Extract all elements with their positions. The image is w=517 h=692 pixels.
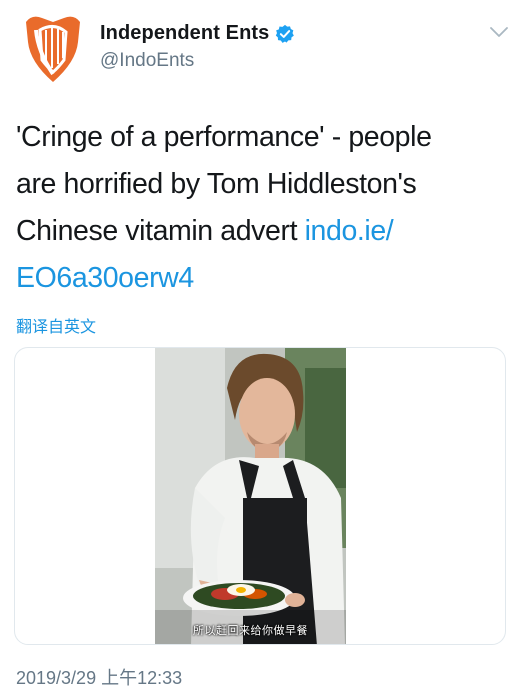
translate-link[interactable]: 翻译自英文 bbox=[16, 313, 96, 337]
handle[interactable]: @IndoEnts bbox=[100, 50, 194, 72]
media-card[interactable]: 所以赶回来给你做早餐 bbox=[14, 347, 506, 645]
tweet-link[interactable]: indo.ie/ bbox=[305, 215, 394, 247]
video-player[interactable]: 所以赶回来给你做早餐 bbox=[155, 348, 346, 644]
verified-badge-icon bbox=[276, 24, 295, 43]
tweet-text-line: are horrified by Tom Hiddleston's bbox=[16, 168, 417, 200]
video-subtitle: 所以赶回来给你做早餐 bbox=[193, 625, 308, 637]
video-frame bbox=[155, 348, 346, 644]
tweet-text: 'Cringe of a performance' - people are h… bbox=[16, 114, 496, 302]
display-name[interactable]: Independent Ents bbox=[100, 22, 269, 45]
tweet-text-line: Chinese vitamin advert indo.ie/ bbox=[16, 208, 496, 255]
timestamp[interactable]: 2019/3/29 上午12:33 bbox=[16, 664, 182, 690]
tweet-text-segment: Chinese vitamin advert bbox=[16, 215, 305, 247]
harp-logo-icon[interactable] bbox=[22, 12, 84, 84]
chevron-down-icon[interactable] bbox=[490, 26, 508, 38]
tweet-link-continued[interactable]: EO6a30oerw4 bbox=[16, 262, 194, 294]
tweet-header: Independent Ents @IndoEnts bbox=[0, 0, 517, 100]
name-row: Independent Ents bbox=[100, 22, 295, 45]
tweet-text-line: EO6a30oerw4 bbox=[16, 255, 496, 302]
tweet-text-line: 'Cringe of a performance' - people bbox=[16, 121, 432, 153]
